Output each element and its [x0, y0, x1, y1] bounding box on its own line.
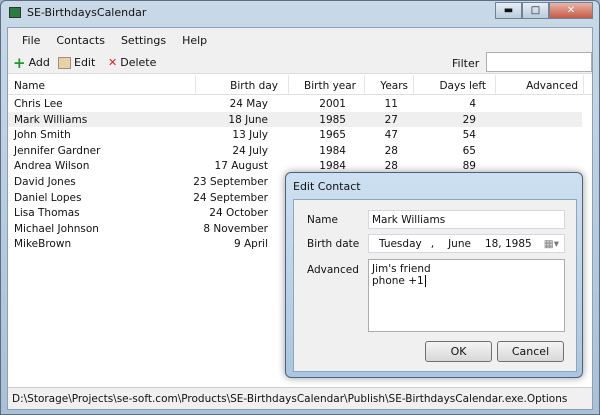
cell-name: Lisa Thomas	[14, 207, 80, 220]
status-bar: D:\Storage\Projects\se-soft.com\Products…	[8, 387, 592, 409]
cell-left: 54	[462, 129, 476, 142]
minimize-button[interactable]: ▬	[495, 2, 522, 19]
cancel-button[interactable]: Cancel	[497, 341, 564, 362]
cell-name: Daniel Lopes	[14, 191, 82, 204]
app-icon	[9, 7, 21, 18]
cell-day: 13 July	[232, 129, 268, 142]
cell-left: 65	[462, 144, 476, 157]
name-label: Name	[307, 214, 338, 226]
table-row[interactable]: Jennifer Gardner 24 July 1984 28 65	[8, 143, 582, 159]
table-header: Name Birth day Birth year Years Days lef…	[8, 75, 592, 95]
cell-day: 24 September	[193, 191, 268, 204]
delete-button[interactable]: ✕ Delete	[108, 56, 156, 69]
maximize-button[interactable]: □	[522, 2, 549, 19]
cell-years: 47	[384, 129, 398, 142]
column-days-left[interactable]: Days left	[439, 80, 486, 92]
cell-day: 24 October	[209, 207, 268, 220]
cell-day: 18 June	[228, 113, 268, 126]
menu-settings[interactable]: Settings	[113, 28, 174, 50]
cell-years: 27	[384, 113, 398, 126]
cell-years: 11	[384, 98, 398, 110]
column-birth-day[interactable]: Birth day	[230, 80, 278, 92]
delete-icon: ✕	[108, 56, 118, 69]
table-row[interactable]: Mark Williams 18 June 1985 27 29	[8, 111, 582, 128]
edit-contact-dialog: Edit Contact Name Mark Williams Birth da…	[285, 172, 583, 378]
cell-day: 24 May	[229, 98, 268, 110]
cell-left: 4	[469, 98, 476, 110]
menu-file[interactable]: File	[14, 28, 48, 50]
close-button[interactable]: ✕	[549, 2, 593, 19]
column-advanced[interactable]: Advanced	[526, 80, 578, 92]
toolbar: + Add Edit ✕ Delete Filter	[8, 50, 592, 74]
cell-name: John Smith	[14, 129, 71, 142]
plus-icon: +	[13, 53, 26, 72]
cell-day: 8 November	[203, 222, 268, 235]
edit-icon	[58, 56, 71, 69]
cell-left: 29	[462, 113, 476, 126]
table-row[interactable]: John Smith 13 July 1965 47 54	[8, 127, 582, 143]
birth-date-label: Birth date	[307, 238, 360, 250]
name-input[interactable]: Mark Williams	[368, 210, 565, 229]
column-birth-year[interactable]: Birth year	[304, 80, 356, 92]
cell-years: 28	[384, 144, 398, 157]
cell-year: 1985	[319, 113, 346, 126]
cell-day: 23 September	[193, 176, 268, 188]
advanced-textarea[interactable]: Jim's friend phone +1	[368, 259, 565, 332]
cell-day: 17 August	[214, 160, 268, 173]
cell-name: Michael Johnson	[14, 222, 99, 235]
edit-button[interactable]: Edit	[58, 56, 95, 69]
window-title: SE-BirthdaysCalendar	[27, 6, 147, 19]
cell-name: Mark Williams	[14, 113, 88, 126]
column-name[interactable]: Name	[14, 80, 45, 92]
cell-name: Andrea Wilson	[14, 160, 90, 173]
cell-year: 1965	[319, 129, 346, 142]
cell-name: David Jones	[14, 176, 76, 188]
advanced-label: Advanced	[307, 264, 359, 276]
cell-year: 1984	[319, 144, 346, 157]
dialog-title: Edit Contact	[293, 180, 361, 193]
menu-bar: File Contacts Settings Help	[8, 28, 592, 50]
cell-year: 2001	[319, 98, 346, 110]
cell-day: 24 July	[232, 144, 268, 157]
calendar-dropdown-icon[interactable]: ▦▾	[544, 238, 559, 250]
cell-left: 89	[462, 160, 476, 173]
ok-button[interactable]: OK	[425, 341, 492, 362]
cell-day: 9 April	[233, 238, 268, 251]
table-row[interactable]: Chris Lee 24 May 2001 11 4	[8, 96, 582, 112]
cell-name: Chris Lee	[14, 98, 63, 110]
cell-name: Jennifer Gardner	[14, 144, 101, 157]
cell-year: 1984	[319, 160, 346, 173]
column-years[interactable]: Years	[380, 80, 408, 92]
add-button[interactable]: + Add	[13, 53, 50, 72]
filter-label: Filter	[452, 57, 480, 70]
filter-input[interactable]	[486, 52, 592, 72]
cell-name: MikeBrown	[14, 238, 72, 251]
cell-years: 28	[384, 160, 398, 173]
menu-help[interactable]: Help	[174, 28, 215, 50]
birth-date-picker[interactable]: Tuesday, June 18, 1985 ▦▾	[368, 234, 565, 253]
menu-contacts[interactable]: Contacts	[48, 28, 113, 50]
